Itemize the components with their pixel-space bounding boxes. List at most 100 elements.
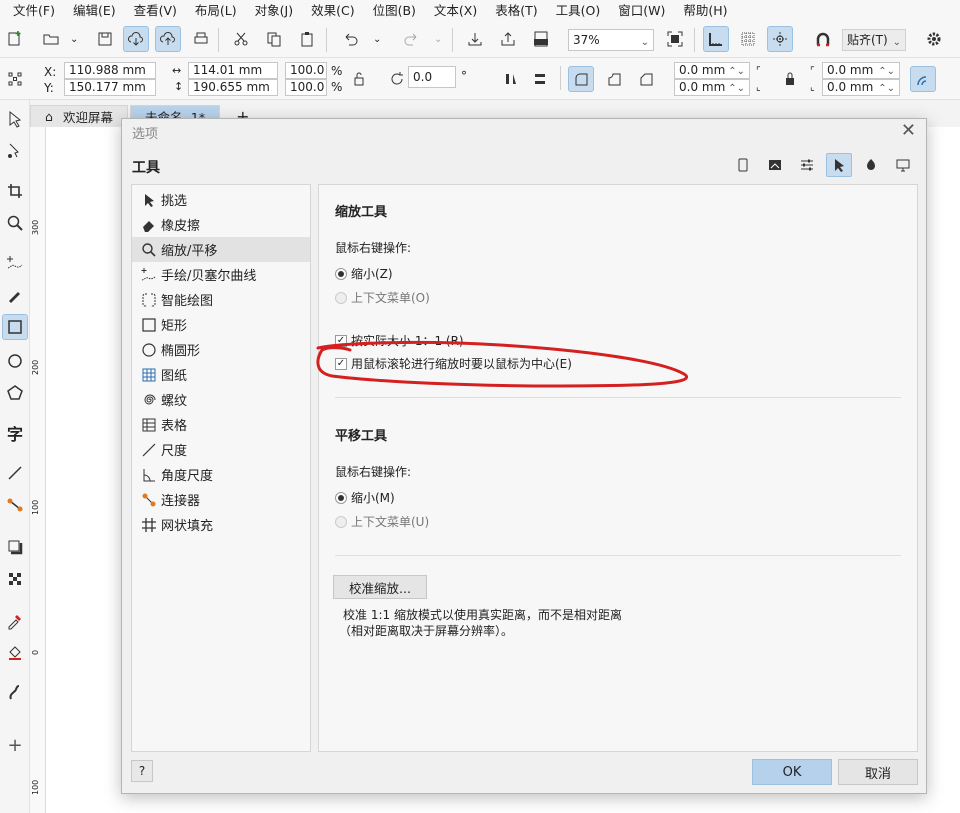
document-category-icon[interactable]	[730, 153, 756, 177]
menu-item-0[interactable]: 文件(F)	[4, 0, 64, 22]
text-tool-icon[interactable]: 字	[2, 420, 28, 446]
nav-item-graph-paper[interactable]: 图纸	[132, 362, 310, 387]
interactive-fill-icon[interactable]	[2, 640, 28, 666]
rectangle-tool-icon[interactable]	[2, 314, 28, 340]
freehand-tool-icon[interactable]	[2, 250, 28, 276]
corner-radius-bottom-right[interactable]: 0.0 mm ⌃⌄	[822, 79, 900, 96]
menu-item-11[interactable]: 帮助(H)	[674, 0, 736, 22]
new-document-icon[interactable]	[2, 26, 28, 52]
relative-corner-scale-icon[interactable]	[910, 66, 936, 92]
ellipse-tool-icon[interactable]	[2, 348, 28, 374]
show-rulers-icon[interactable]	[703, 26, 729, 52]
copy-icon[interactable]	[261, 26, 287, 52]
menu-item-6[interactable]: 位图(B)	[364, 0, 425, 22]
lock-ratio-icon[interactable]	[346, 66, 372, 92]
width-input[interactable]: 114.01 mm	[188, 62, 278, 79]
zoom-tool-icon[interactable]	[2, 210, 28, 236]
pen-nib-category-icon[interactable]	[858, 153, 884, 177]
corner-radius-top-right[interactable]: 0.0 mm ⌃⌄	[822, 62, 900, 79]
import-icon[interactable]	[462, 26, 488, 52]
tools-category-icon[interactable]	[826, 153, 852, 177]
help-button[interactable]: ?	[131, 760, 153, 782]
paste-icon[interactable]	[294, 26, 320, 52]
nav-item-table[interactable]: 表格	[132, 412, 310, 437]
menu-item-5[interactable]: 效果(C)	[302, 0, 363, 22]
cancel-button[interactable]: 取消	[838, 759, 918, 785]
tab-welcome[interactable]: ⌂ 欢迎屏幕	[30, 105, 128, 127]
corner-radius-top-left[interactable]: 0.0 mm ⌃⌄	[674, 62, 750, 79]
mirror-vertical-icon[interactable]	[527, 66, 553, 92]
zoom-radio-zoom-out[interactable]: 缩小(Z)	[335, 265, 393, 282]
drop-shadow-icon[interactable]	[2, 534, 28, 560]
undo-icon[interactable]	[338, 26, 364, 52]
scale-width-input[interactable]: 100.0	[285, 62, 327, 79]
show-grid-icon[interactable]	[735, 26, 761, 52]
print-icon[interactable]	[188, 26, 214, 52]
height-input[interactable]: 190.655 mm	[188, 79, 278, 96]
scallop-corner-icon[interactable]	[601, 66, 627, 92]
redo-dropdown-icon[interactable]: ⌄	[434, 32, 442, 48]
transparency-icon[interactable]	[2, 566, 28, 592]
smart-fill-icon[interactable]	[2, 680, 28, 706]
y-position-input[interactable]: 150.177 mm	[64, 79, 156, 96]
menu-item-4[interactable]: 对象(J)	[246, 0, 302, 22]
nav-item-freehand-bezier[interactable]: 手绘/贝塞尔曲线	[132, 262, 310, 287]
redo-icon[interactable]	[398, 26, 424, 52]
menu-item-1[interactable]: 编辑(E)	[64, 0, 125, 22]
mirror-horizontal-icon[interactable]	[498, 66, 524, 92]
connector-tool-icon[interactable]	[2, 492, 28, 518]
x-position-input[interactable]: 110.988 mm	[64, 62, 156, 79]
corner-radius-bottom-left[interactable]: 0.0 mm ⌃⌄	[674, 79, 750, 96]
ok-button[interactable]: OK	[752, 759, 832, 785]
menu-item-7[interactable]: 文本(X)	[425, 0, 486, 22]
nav-item-ellipse[interactable]: 椭圆形	[132, 337, 310, 362]
snap-to-dropdown[interactable]: 贴齐(T) ⌄	[842, 29, 906, 51]
menu-item-9[interactable]: 工具(O)	[547, 0, 610, 22]
menu-item-10[interactable]: 窗口(W)	[609, 0, 674, 22]
parallel-dimension-icon[interactable]	[2, 460, 28, 486]
menu-item-3[interactable]: 布局(L)	[186, 0, 246, 22]
menu-item-2[interactable]: 查看(V)	[125, 0, 186, 22]
save-icon[interactable]	[92, 26, 118, 52]
full-screen-icon[interactable]	[662, 26, 688, 52]
pick-tool-icon[interactable]	[2, 106, 28, 132]
nav-item-connector[interactable]: 连接器	[132, 487, 310, 512]
zoom-level-select[interactable]: 37% ⌄	[568, 29, 654, 51]
cut-icon[interactable]	[228, 26, 254, 52]
checkbox-actual-size[interactable]: ✓ 按实际大小 1：1 (R)	[335, 332, 464, 349]
nav-item-rectangle[interactable]: 矩形	[132, 312, 310, 337]
nav-item-dimension[interactable]: 尺度	[132, 437, 310, 462]
nav-item-mesh-fill[interactable]: 网状填充	[132, 512, 310, 537]
settings-gear-icon[interactable]	[921, 26, 947, 52]
object-origin-icon[interactable]	[2, 66, 28, 92]
zoom-radio-context-menu[interactable]: 上下文菜单(O)	[335, 289, 430, 306]
artistic-media-icon[interactable]	[2, 282, 28, 308]
global-category-icon[interactable]	[762, 153, 788, 177]
lock-corners-icon[interactable]	[777, 66, 803, 92]
open-folder-icon[interactable]	[38, 26, 64, 52]
nav-item-smart-drawing[interactable]: 智能绘图	[132, 287, 310, 312]
checkbox-zoom-center-mouse[interactable]: ✓ 用鼠标滚轮进行缩放时要以鼠标为中心(E)	[335, 355, 572, 372]
cloud-upload-icon[interactable]	[155, 26, 181, 52]
show-guidelines-icon[interactable]	[767, 26, 793, 52]
pan-radio-zoom-out[interactable]: 缩小(M)	[335, 489, 395, 506]
pan-radio-context-menu[interactable]: 上下文菜单(U)	[335, 513, 429, 530]
cloud-download-icon[interactable]	[123, 26, 149, 52]
undo-dropdown-icon[interactable]: ⌄	[373, 32, 381, 48]
nav-item-pick[interactable]: 挑选	[132, 187, 310, 212]
close-icon[interactable]: ✕	[901, 120, 916, 141]
customization-category-icon[interactable]	[794, 153, 820, 177]
nav-item-angular-dimension[interactable]: 角度尺度	[132, 462, 310, 487]
menu-item-8[interactable]: 表格(T)	[486, 0, 546, 22]
rotation-input[interactable]: 0.0	[408, 66, 456, 88]
chamfer-corner-icon[interactable]	[633, 66, 659, 92]
scale-height-input[interactable]: 100.0	[285, 79, 327, 96]
pdf-icon[interactable]	[528, 26, 554, 52]
crop-tool-icon[interactable]	[2, 178, 28, 204]
shape-tool-icon[interactable]	[2, 138, 28, 164]
nav-item-spiral[interactable]: 螺纹	[132, 387, 310, 412]
polygon-tool-icon[interactable]	[2, 380, 28, 406]
nav-item-zoom-pan[interactable]: 缩放/平移	[132, 237, 310, 262]
export-icon[interactable]	[495, 26, 521, 52]
add-tool-icon[interactable]: +	[2, 732, 28, 758]
